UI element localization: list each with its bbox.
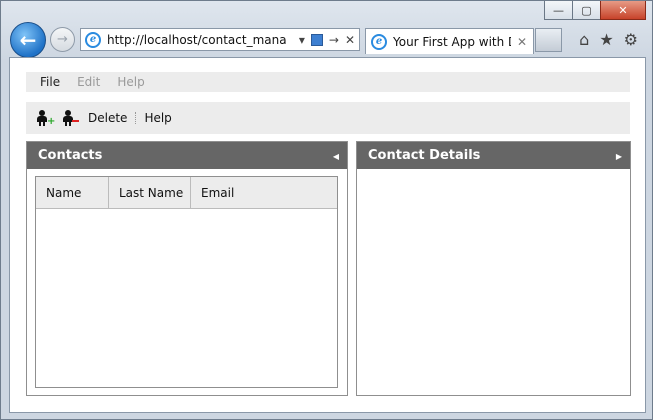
grid-header: Name Last Name Email [36,177,337,209]
stop-icon[interactable]: ✕ [345,33,355,47]
contacts-panel: Contacts ◀ Name Last Name Email [26,141,348,396]
details-panel-header: Contact Details ▶ [357,142,630,169]
home-icon[interactable]: ⌂ [579,30,589,49]
new-tab-button[interactable] [535,28,562,52]
tools-gear-icon[interactable]: ⚙ [624,30,638,49]
address-bar-tools: ▾ → ✕ [299,33,359,47]
close-window-button[interactable]: ✕ [600,1,646,20]
delete-contact-icon[interactable] [62,109,80,127]
favorites-star-icon[interactable]: ★ [599,30,613,49]
app-toolbar: + Delete Help [26,102,630,134]
address-bar[interactable]: e http://localhost/contact_manag ▾ → ✕ [80,28,360,51]
browser-tab[interactable]: e Your First App with D... ✕ [365,28,534,54]
maximize-button[interactable]: ▢ [572,1,600,20]
contacts-panel-title: Contacts [38,148,103,163]
menu-file[interactable]: File [40,75,60,89]
page-viewport: File Edit Help + Delete Help Contacts ◀ [9,57,646,413]
contacts-panel-header: Contacts ◀ [27,142,347,169]
minimize-button[interactable]: — [544,1,572,20]
menu-edit[interactable]: Edit [77,75,100,89]
forward-arrow-icon: → [57,32,68,47]
toolbar-separator [135,112,137,124]
browser-tools: ⌂ ★ ⚙ [579,30,638,49]
contacts-grid: Name Last Name Email [35,176,338,388]
go-arrow-icon[interactable]: → [329,33,339,47]
app-menubar: File Edit Help [26,72,630,92]
compatibility-view-icon[interactable] [310,33,323,46]
tab-title: Your First App with D... [393,34,511,49]
details-panel-title: Contact Details [368,148,481,163]
forward-button[interactable]: → [50,27,75,52]
menu-help[interactable]: Help [117,75,144,89]
add-contact-icon[interactable]: + [36,109,55,127]
back-arrow-icon: ← [19,28,37,52]
collapse-right-icon[interactable]: ▶ [616,152,622,161]
delete-button[interactable]: Delete [88,111,127,125]
contact-details-panel: Contact Details ▶ [356,141,631,396]
ie-logo-icon: e [85,31,101,48]
column-header-email[interactable]: Email [191,177,337,208]
tab-favicon-icon: e [371,33,387,50]
column-header-last-name[interactable]: Last Name [109,177,191,208]
dropdown-icon[interactable]: ▾ [299,33,305,47]
column-header-name[interactable]: Name [36,177,109,208]
window-controls: — ▢ ✕ [544,1,646,20]
help-button[interactable]: Help [144,111,171,125]
back-button[interactable]: ← [10,22,46,58]
browser-window: — ▢ ✕ ← → e http://localhost/contact_man… [0,0,653,420]
url-text[interactable]: http://localhost/contact_manag [107,33,287,47]
collapse-left-icon[interactable]: ◀ [333,152,339,161]
tab-close-icon[interactable]: ✕ [517,35,527,49]
